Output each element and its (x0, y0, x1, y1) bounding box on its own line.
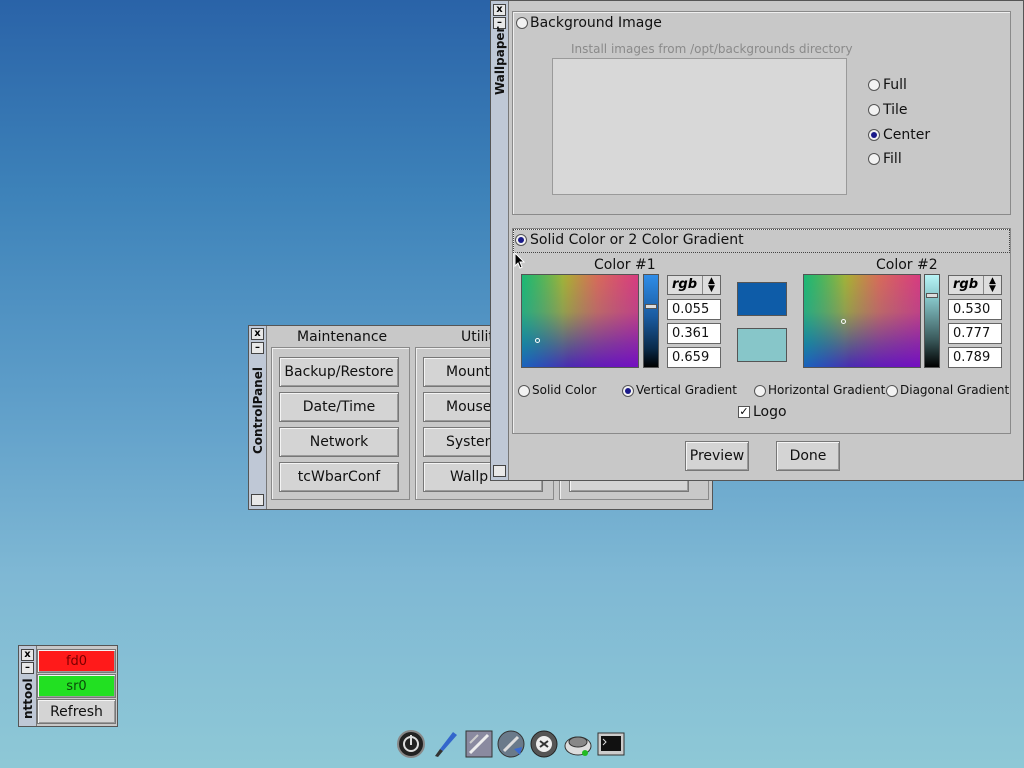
wallpaper-titlebar[interactable]: x – Wallpaper (491, 1, 509, 480)
color1-value-slider[interactable] (643, 274, 659, 368)
resize-icon[interactable] (251, 494, 264, 506)
color1-slider-thumb[interactable] (645, 304, 657, 309)
window-title: Wallpaper (493, 26, 507, 96)
gradient-label-solid: Solid Color (532, 383, 597, 397)
color1-swatch (737, 282, 787, 316)
color1-blue-field[interactable]: 0.659 (667, 347, 721, 368)
color2-swatch (737, 328, 787, 362)
color2-red-field[interactable]: 0.530 (948, 299, 1002, 320)
minimize-icon[interactable]: – (21, 662, 34, 674)
mount-icon[interactable] (495, 728, 527, 760)
chevron-updown-icon: ▲ ▼ (702, 276, 720, 294)
solid-color-label: Solid Color or 2 Color Gradient (530, 232, 744, 248)
color2-green-field[interactable]: 0.777 (948, 323, 1002, 344)
mnttool-titlebar[interactable]: x – nttool (19, 646, 37, 726)
control-panel-titlebar[interactable]: x – ControlPanel (249, 326, 267, 509)
paintbrush-icon[interactable] (430, 728, 462, 760)
close-icon[interactable]: x (21, 649, 34, 661)
placement-radio-tile[interactable] (868, 104, 880, 116)
color2-value-slider[interactable] (924, 274, 940, 368)
terminal-icon[interactable] (595, 728, 627, 760)
preview-button[interactable]: Preview (685, 441, 749, 471)
gradient-radio-vertical[interactable] (622, 385, 634, 397)
color2-mode-label: rgb (953, 277, 979, 292)
color1-mode-label: rgb (672, 277, 698, 292)
network-button[interactable]: Network (279, 427, 399, 457)
placement-radio-full[interactable] (868, 79, 880, 91)
image-list[interactable] (552, 58, 847, 195)
install-hint: Install images from /opt/backgrounds dir… (571, 42, 853, 56)
color2-picker-cursor[interactable] (841, 319, 846, 324)
gradient-radio-diagonal[interactable] (886, 385, 898, 397)
drive-button-sr0[interactable]: sr0 (37, 674, 116, 698)
close-icon[interactable]: x (493, 4, 506, 16)
gradient-radio-horizontal[interactable] (754, 385, 766, 397)
window-title: ControlPanel (251, 367, 265, 455)
placement-label-fill: Fill (883, 151, 902, 167)
power-icon[interactable] (395, 728, 427, 760)
control-panel-icon[interactable] (463, 728, 495, 760)
window-title: nttool (21, 678, 35, 720)
settings-icon[interactable] (562, 728, 594, 760)
placement-label-tile: Tile (883, 102, 908, 118)
minimize-icon[interactable]: – (251, 342, 264, 354)
solid-color-radio[interactable] (515, 234, 527, 246)
taskbar (394, 726, 630, 762)
column-header-maintenance: Maintenance (297, 329, 388, 345)
gradient-label-vertical: Vertical Gradient (636, 383, 737, 397)
refresh-button[interactable]: Refresh (37, 699, 116, 724)
color1-picker-cursor[interactable] (535, 338, 540, 343)
placement-radio-fill[interactable] (868, 153, 880, 165)
background-image-label: Background Image (530, 15, 662, 31)
done-button[interactable]: Done (776, 441, 840, 471)
placement-label-center: Center (883, 127, 931, 143)
color1-mode-select[interactable]: rgb ▲ ▼ (667, 275, 721, 295)
close-icon[interactable]: x (251, 328, 264, 340)
column-header-utilities: Utilit (461, 329, 494, 345)
color2-blue-field[interactable]: 0.789 (948, 347, 1002, 368)
resize-icon[interactable] (493, 465, 506, 477)
color2-label: Color #2 (876, 257, 938, 273)
chevron-updown-icon: ▲ ▼ (983, 276, 1001, 294)
color2-slider-thumb[interactable] (926, 293, 938, 298)
gradient-label-horizontal: Horizontal Gradient (768, 383, 886, 397)
gradient-label-diagonal: Diagonal Gradient (900, 383, 1010, 397)
gradient-radio-solid[interactable] (518, 385, 530, 397)
date-time-button[interactable]: Date/Time (279, 392, 399, 422)
mouse-cursor-icon (514, 252, 526, 269)
drive-button-fd0[interactable]: fd0 (37, 649, 116, 673)
placement-label-full: Full (883, 77, 907, 93)
color1-label: Color #1 (594, 257, 656, 273)
color1-picker[interactable] (521, 274, 639, 368)
apps-icon[interactable] (528, 728, 560, 760)
background-image-radio[interactable] (516, 17, 528, 29)
placement-radio-center[interactable] (868, 129, 880, 141)
wallpaper-window: x – Wallpaper Background Image Install i… (490, 0, 1024, 481)
color2-picker[interactable] (803, 274, 921, 368)
backup-restore-button[interactable]: Backup/Restore (279, 357, 399, 387)
tcwbarconf-button[interactable]: tcWbarConf (279, 462, 399, 492)
logo-checkbox[interactable]: ✓ (738, 406, 750, 418)
color1-green-field[interactable]: 0.361 (667, 323, 721, 344)
logo-label: Logo (753, 404, 787, 420)
color1-red-field[interactable]: 0.055 (667, 299, 721, 320)
mnttool-window: x – nttool fd0 sr0 Refresh (18, 645, 118, 727)
color2-mode-select[interactable]: rgb ▲ ▼ (948, 275, 1002, 295)
